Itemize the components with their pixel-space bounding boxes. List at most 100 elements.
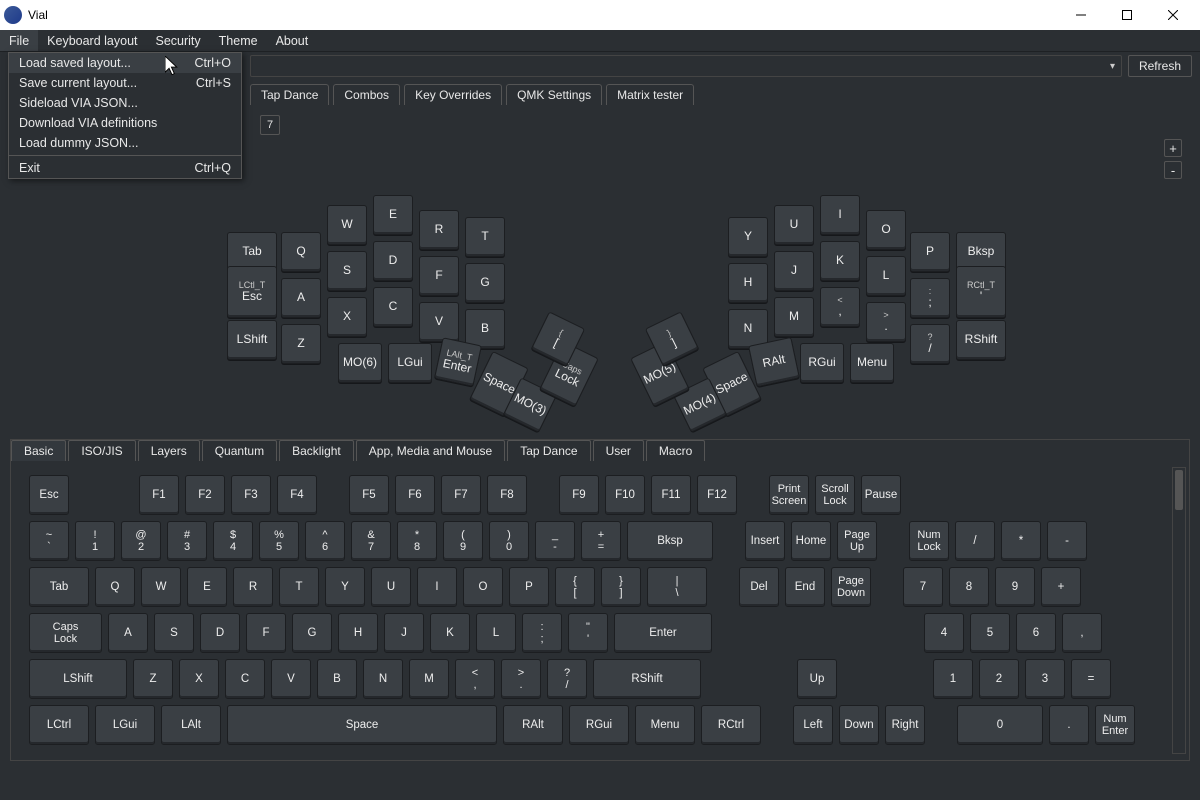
- device-select-combobox[interactable]: ▾: [250, 55, 1122, 77]
- keycode-key[interactable]: A: [108, 613, 148, 653]
- menu-theme[interactable]: Theme: [210, 30, 267, 51]
- keycode-key[interactable]: 8: [949, 567, 989, 607]
- window-minimize-button[interactable]: [1058, 0, 1104, 30]
- keycode-key[interactable]: "': [568, 613, 608, 653]
- keycode-key[interactable]: V: [271, 659, 311, 699]
- main-tab[interactable]: Matrix tester: [606, 84, 694, 105]
- keyboard-key[interactable]: L: [866, 256, 906, 296]
- keyboard-key[interactable]: E: [373, 195, 413, 235]
- keycode-key[interactable]: /: [955, 521, 995, 561]
- keycode-key[interactable]: Up: [797, 659, 837, 699]
- keyboard-key[interactable]: X: [327, 297, 367, 337]
- keycode-key[interactable]: @2: [121, 521, 161, 561]
- keycode-key[interactable]: F6: [395, 475, 435, 515]
- keycode-key[interactable]: =: [1071, 659, 1111, 699]
- zoom-out-button[interactable]: -: [1164, 161, 1182, 179]
- keycode-key[interactable]: 5: [970, 613, 1010, 653]
- keycode-key[interactable]: C: [225, 659, 265, 699]
- keycode-key[interactable]: RCtrl: [701, 705, 761, 745]
- window-maximize-button[interactable]: [1104, 0, 1150, 30]
- keycode-key[interactable]: 6: [1016, 613, 1056, 653]
- keycode-key[interactable]: !1: [75, 521, 115, 561]
- keyboard-key[interactable]: RShift: [956, 320, 1006, 360]
- keycode-key[interactable]: F1: [139, 475, 179, 515]
- keyboard-key[interactable]: ?/: [910, 324, 950, 364]
- keyboard-key[interactable]: V: [419, 302, 459, 342]
- keycode-key[interactable]: <,: [455, 659, 495, 699]
- keycode-key[interactable]: 4: [924, 613, 964, 653]
- keycode-key[interactable]: Enter: [614, 613, 712, 653]
- menu-keyboard-layout[interactable]: Keyboard layout: [38, 30, 146, 51]
- keycode-key[interactable]: W: [141, 567, 181, 607]
- keycode-key[interactable]: ?/: [547, 659, 587, 699]
- keycode-key[interactable]: %5: [259, 521, 299, 561]
- keycode-key[interactable]: Q: [95, 567, 135, 607]
- scrollbar[interactable]: [1172, 467, 1186, 754]
- keycode-key[interactable]: *8: [397, 521, 437, 561]
- keycode-key[interactable]: F10: [605, 475, 645, 515]
- main-tab[interactable]: QMK Settings: [506, 84, 602, 105]
- keycode-key[interactable]: 2: [979, 659, 1019, 699]
- keycode-key[interactable]: }]: [601, 567, 641, 607]
- keyboard-key[interactable]: A: [281, 278, 321, 318]
- keycode-key[interactable]: 7: [903, 567, 943, 607]
- keyboard-key[interactable]: MO(6): [338, 343, 382, 383]
- scroll-thumb[interactable]: [1175, 470, 1183, 510]
- keyboard-key[interactable]: LAlt_TEnter: [434, 337, 482, 386]
- keycode-key[interactable]: S: [154, 613, 194, 653]
- keycode-key[interactable]: F2: [185, 475, 225, 515]
- keycode-key[interactable]: T: [279, 567, 319, 607]
- keyboard-key[interactable]: Z: [281, 324, 321, 364]
- keycode-key[interactable]: 1: [933, 659, 973, 699]
- keycode-tab[interactable]: Basic: [11, 440, 66, 461]
- keycode-key[interactable]: :;: [522, 613, 562, 653]
- keycode-key[interactable]: M: [409, 659, 449, 699]
- keycode-key[interactable]: I: [417, 567, 457, 607]
- keyboard-key[interactable]: K: [820, 241, 860, 281]
- menu-item[interactable]: Download VIA definitions: [9, 113, 241, 133]
- keycode-key[interactable]: *: [1001, 521, 1041, 561]
- keyboard-key[interactable]: RAlt: [748, 337, 800, 387]
- keycode-key[interactable]: &7: [351, 521, 391, 561]
- keycode-key[interactable]: +=: [581, 521, 621, 561]
- keycode-key[interactable]: .: [1049, 705, 1089, 745]
- keycode-key[interactable]: 3: [1025, 659, 1065, 699]
- keycode-key[interactable]: ,: [1062, 613, 1102, 653]
- keycode-key[interactable]: )0: [489, 521, 529, 561]
- keyboard-key[interactable]: RCtl_T': [956, 266, 1006, 318]
- keycode-tab[interactable]: Macro: [646, 440, 705, 461]
- keycode-key[interactable]: F4: [277, 475, 317, 515]
- keycode-key[interactable]: Insert: [745, 521, 785, 561]
- menu-item[interactable]: Load saved layout...Ctrl+O: [9, 53, 241, 73]
- keyboard-key[interactable]: LCtl_TEsc: [227, 266, 277, 318]
- keycode-key[interactable]: R: [233, 567, 273, 607]
- keycode-tab[interactable]: User: [593, 440, 644, 461]
- keycode-key[interactable]: D: [200, 613, 240, 653]
- keyboard-key[interactable]: LShift: [227, 320, 277, 360]
- keycode-key[interactable]: O: [463, 567, 503, 607]
- keycode-tab[interactable]: Layers: [138, 440, 200, 461]
- keycode-key[interactable]: +: [1041, 567, 1081, 607]
- keycode-key[interactable]: F5: [349, 475, 389, 515]
- keycode-key[interactable]: F9: [559, 475, 599, 515]
- keyboard-key[interactable]: S: [327, 251, 367, 291]
- keycode-key[interactable]: Right: [885, 705, 925, 745]
- keycode-key[interactable]: Left: [793, 705, 833, 745]
- keycode-key[interactable]: Del: [739, 567, 779, 607]
- keycode-key[interactable]: X: [179, 659, 219, 699]
- keycode-key[interactable]: 0: [957, 705, 1043, 745]
- keycode-key[interactable]: Bksp: [627, 521, 713, 561]
- keyboard-key[interactable]: <,: [820, 287, 860, 327]
- keycode-tab[interactable]: ISO/JIS: [68, 440, 135, 461]
- keycode-key[interactable]: {[: [555, 567, 595, 607]
- keycode-key[interactable]: RAlt: [503, 705, 563, 745]
- keyboard-key[interactable]: P: [910, 232, 950, 272]
- keycode-key[interactable]: F11: [651, 475, 691, 515]
- keycode-key[interactable]: Z: [133, 659, 173, 699]
- keycode-tab[interactable]: Backlight: [279, 440, 354, 461]
- keycode-key[interactable]: Menu: [635, 705, 695, 745]
- keyboard-key[interactable]: R: [419, 210, 459, 250]
- keycode-key[interactable]: |\: [647, 567, 707, 607]
- keycode-key[interactable]: H: [338, 613, 378, 653]
- menu-security[interactable]: Security: [147, 30, 210, 51]
